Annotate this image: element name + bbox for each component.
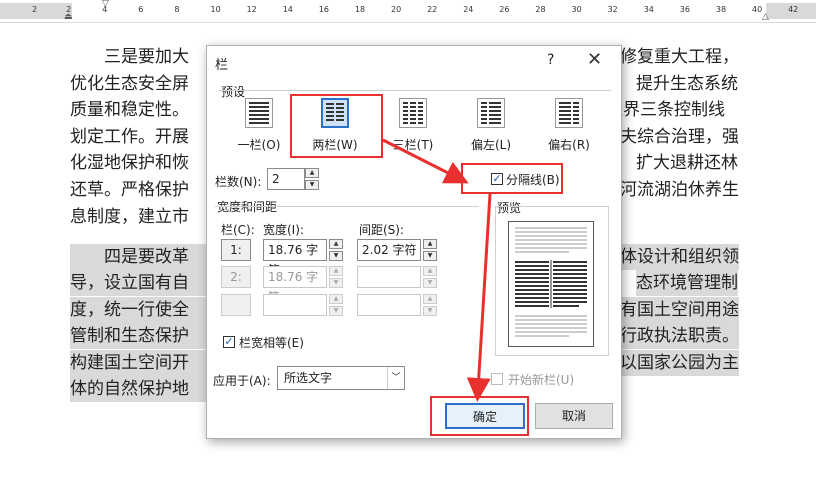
arrow-to-ok [466,193,492,402]
arrow-to-separator [382,138,469,184]
annotation-arrows [382,138,492,402]
